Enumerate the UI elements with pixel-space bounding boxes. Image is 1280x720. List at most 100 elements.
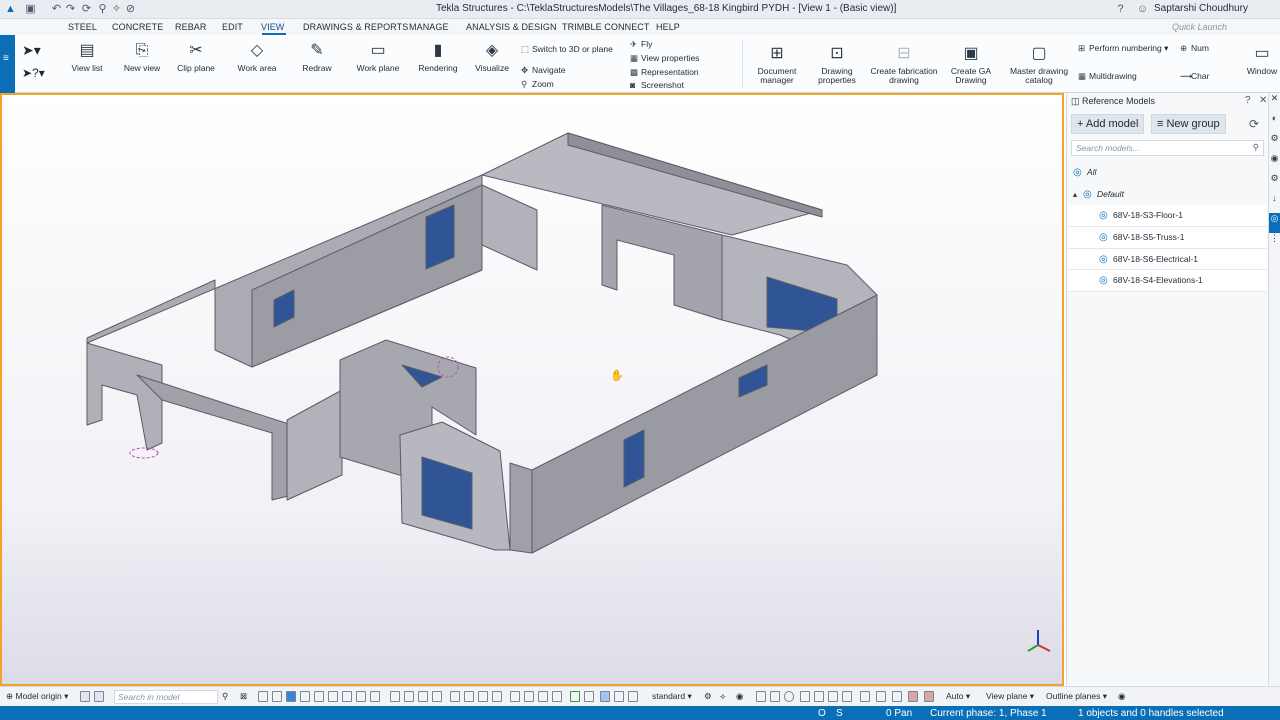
snap-tool-button[interactable] xyxy=(418,691,428,702)
tag-icon[interactable]: ◉ xyxy=(1269,153,1280,173)
download-icon[interactable]: ↓ xyxy=(1269,193,1280,213)
new-group-button[interactable]: ≡ New group xyxy=(1151,114,1226,134)
visibility-icon[interactable]: ◎ xyxy=(1099,249,1113,270)
tree-item-model[interactable]: ◎ 68V-18-S4-Elevations-1 xyxy=(1067,270,1267,293)
master-drawing-catalog-button[interactable]: ▢ Master drawing catalog xyxy=(1006,43,1072,85)
add-model-button[interactable]: + Add model xyxy=(1071,114,1145,134)
tab-steel[interactable]: STEEL xyxy=(68,22,97,32)
tree-item-all[interactable]: ◎ All xyxy=(1067,162,1267,184)
save-icon[interactable]: ▣ xyxy=(24,3,37,16)
panel-help-icon[interactable]: ? xyxy=(1245,95,1251,106)
collapse-icon[interactable]: ▴ xyxy=(1073,184,1083,205)
snap-tool-button[interactable] xyxy=(478,691,488,702)
snap-tool-button[interactable] xyxy=(828,691,838,702)
3d-model-canvas[interactable]: ✋ xyxy=(2,95,1062,684)
tab-rebar[interactable]: REBAR xyxy=(175,22,207,32)
visibility-icon[interactable]: ◎ xyxy=(1073,162,1087,183)
snap-tool-button[interactable] xyxy=(842,691,852,702)
panel-close-icon[interactable]: ✕ xyxy=(1259,95,1267,106)
snap-tool-button[interactable] xyxy=(756,691,766,702)
tab-concrete[interactable]: CONCRETE xyxy=(112,22,163,32)
snap-tool-button[interactable] xyxy=(432,691,442,702)
snap-tool-button[interactable] xyxy=(860,691,870,702)
quick-launch-input[interactable]: Quick Launch xyxy=(1172,22,1278,34)
help-pointer-icon[interactable]: ➤?▾ xyxy=(22,66,45,80)
representation-button[interactable]: ▩ Representation xyxy=(630,67,699,78)
rendering-button[interactable]: ▮ Rendering xyxy=(414,40,462,73)
select-tool-button[interactable] xyxy=(314,691,324,702)
search-in-model-input[interactable]: Search in model xyxy=(114,690,218,704)
visualize-button[interactable]: ◈ Visualize xyxy=(472,40,512,73)
snap-tool-button[interactable] xyxy=(450,691,460,702)
snap-tool-button[interactable] xyxy=(524,691,534,702)
select-tool-button[interactable] xyxy=(272,691,282,702)
toolbar-button[interactable] xyxy=(94,691,104,702)
snap-tool-button[interactable] xyxy=(538,691,548,702)
refresh-icon[interactable]: ⟳ xyxy=(1249,117,1259,131)
user-name[interactable]: Saptarshi Choudhury xyxy=(1154,3,1248,14)
snap-tool-button[interactable] xyxy=(876,691,886,702)
outline-planes-dropdown[interactable]: Outline planes ▾ xyxy=(1046,691,1107,702)
snap-tool-button[interactable] xyxy=(600,691,610,702)
snap-tool-button[interactable] xyxy=(628,691,638,702)
snap-tool-button[interactable] xyxy=(404,691,414,702)
select-tool-button[interactable] xyxy=(286,691,296,702)
eye-icon[interactable]: ◉ xyxy=(736,691,743,702)
clip-plane-button[interactable]: ✂ Clip plane xyxy=(172,40,220,73)
wand-icon[interactable]: ✧ xyxy=(110,3,123,16)
snap-tool-button[interactable] xyxy=(584,691,594,702)
history-icon[interactable]: ⟳ xyxy=(80,3,93,16)
snap-tool-button[interactable] xyxy=(510,691,520,702)
snap-tool-button[interactable] xyxy=(570,691,580,702)
settings-icon[interactable]: ⚙ xyxy=(704,691,712,702)
create-fabrication-drawing-button[interactable]: ⊟ Create fabrication drawing xyxy=(868,43,940,85)
tab-help[interactable]: HELP xyxy=(656,22,680,32)
smart-select-indicator[interactable]: S xyxy=(836,708,843,719)
tab-analysis-design[interactable]: ANALYSIS & DESIGN xyxy=(466,22,557,32)
properties-icon[interactable]: ◐ xyxy=(1269,113,1280,133)
pick-icon[interactable]: ⟡ xyxy=(720,691,726,702)
snap-tool-button[interactable] xyxy=(492,691,502,702)
link-icon[interactable]: ⊘ xyxy=(124,3,137,16)
select-tool-button[interactable] xyxy=(258,691,268,702)
snap-tool-button[interactable] xyxy=(614,691,624,702)
close-icon[interactable]: ✕ xyxy=(1269,93,1280,113)
document-manager-button[interactable]: ⊞ Document manager xyxy=(754,43,800,85)
fly-button[interactable]: ✈ Fly xyxy=(630,39,652,50)
work-area-button[interactable]: ◇ Work area xyxy=(232,40,282,73)
tree-item-model[interactable]: ◎ 68V-18-S5-Truss-1 xyxy=(1067,227,1267,249)
snap-tool-button[interactable] xyxy=(552,691,562,702)
snap-tool-button[interactable] xyxy=(908,691,918,702)
tab-drawings-reports[interactable]: DRAWINGS & REPORTS xyxy=(303,22,408,32)
snap-tool-button[interactable] xyxy=(784,691,794,702)
standard-dropdown[interactable]: standard ▾ xyxy=(652,691,692,702)
snap-tool-button[interactable] xyxy=(924,691,934,702)
snap-tool-button[interactable] xyxy=(814,691,824,702)
search-models-input[interactable]: Search models... ⚲ xyxy=(1071,140,1264,156)
num-button[interactable]: ⊕ Num xyxy=(1180,43,1209,54)
view-properties-button[interactable]: ▦ View properties xyxy=(630,53,699,64)
screenshot-button[interactable]: ◙ Screenshot xyxy=(630,80,684,90)
reference-models-tab-icon[interactable]: ◎ xyxy=(1269,213,1280,233)
view-plane-dropdown[interactable]: View plane ▾ xyxy=(986,691,1034,702)
pin-icon[interactable]: ⚲ xyxy=(96,3,109,16)
select-tool-button[interactable] xyxy=(300,691,310,702)
select-tool-button[interactable] xyxy=(370,691,380,702)
gear-icon[interactable]: ⚙ xyxy=(1269,173,1280,193)
undo-icon[interactable]: ↶ xyxy=(50,3,63,16)
redo-icon[interactable]: ↷ xyxy=(64,3,77,16)
side-menu-toggle[interactable]: ≡ xyxy=(0,35,15,93)
tab-view[interactable]: VIEW xyxy=(261,22,284,32)
select-arrow-icon[interactable]: ➤▾ xyxy=(22,42,41,59)
snap-tool-button[interactable] xyxy=(464,691,474,702)
create-ga-drawing-button[interactable]: ▣ Create GA Drawing xyxy=(948,43,994,85)
tree-item-default[interactable]: ▴ ◎ Default xyxy=(1067,184,1267,206)
current-phase[interactable]: Current phase: 1, Phase 1 xyxy=(930,708,1047,719)
ortho-indicator[interactable]: O xyxy=(818,708,826,719)
snap-tool-button[interactable] xyxy=(892,691,902,702)
new-view-button[interactable]: ⎘ New view xyxy=(118,40,166,73)
visibility-icon[interactable]: ◎ xyxy=(1099,227,1113,248)
char-button[interactable]: ⟿Char xyxy=(1180,71,1209,82)
auto-dropdown[interactable]: Auto ▾ xyxy=(946,691,970,702)
help-icon[interactable]: ? xyxy=(1114,3,1127,16)
